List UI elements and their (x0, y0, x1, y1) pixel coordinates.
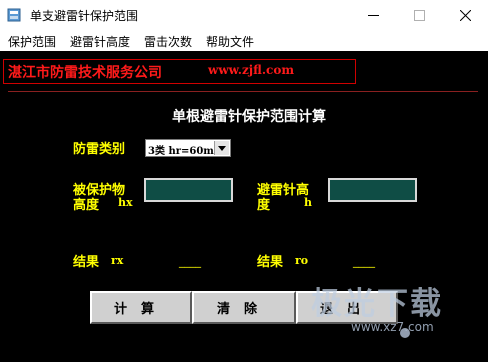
menu-rod-height[interactable]: 避雷针高度 (70, 33, 130, 50)
calculate-button[interactable]: 计算 (90, 291, 192, 324)
company-url: www.zjfl.com (208, 63, 295, 77)
maximize-button[interactable] (396, 0, 442, 31)
watermark-url: www.xz7.com (351, 320, 434, 334)
menu-bar: 保护范围 避雷针高度 雷击次数 帮助文件 (0, 31, 488, 51)
result-ro-symbol: ro (295, 254, 309, 267)
protected-height-label-2: 高度 (73, 198, 100, 213)
lightning-class-select[interactable]: 3类 hr=60m (145, 139, 231, 157)
watermark: 极光下载 (311, 286, 443, 322)
close-icon (459, 10, 471, 21)
company-name: 湛江市防雷技术服务公司 (8, 65, 162, 81)
rod-height-symbol: h (304, 196, 312, 209)
menu-strike-count[interactable]: 雷击次数 (144, 33, 192, 50)
chevron-down-icon (218, 145, 226, 151)
result-rx-value: ____ (179, 255, 201, 268)
result-ro-label: 结果 (257, 255, 284, 270)
watermark-logo (400, 328, 410, 338)
app-icon (7, 8, 21, 22)
title-bar[interactable]: 单支避雷针保护范围 (0, 0, 488, 31)
lightning-class-label: 防雷类别 (73, 142, 126, 157)
dropdown-arrow[interactable] (214, 141, 229, 155)
protected-height-input[interactable] (144, 178, 233, 202)
result-rx-symbol: rx (111, 254, 124, 267)
divider (8, 91, 478, 92)
maximize-icon (413, 10, 425, 21)
page-title: 单根避雷针保护范围计算 (172, 109, 326, 125)
protected-height-symbol: hx (118, 196, 133, 209)
rod-height-input[interactable] (328, 178, 417, 202)
result-ro-value: ____ (353, 255, 375, 268)
menu-help-file[interactable]: 帮助文件 (206, 33, 254, 50)
minimize-icon (367, 15, 379, 16)
close-button[interactable] (442, 0, 488, 31)
minimize-button[interactable] (350, 0, 396, 31)
lightning-class-value: 3类 hr=60m (148, 146, 214, 157)
menu-protection-range[interactable]: 保护范围 (8, 33, 56, 50)
window-title: 单支避雷针保护范围 (30, 9, 139, 23)
result-rx-label: 结果 (73, 255, 100, 270)
clear-button[interactable]: 清除 (192, 291, 296, 324)
rod-height-label-2: 度 (257, 198, 271, 213)
